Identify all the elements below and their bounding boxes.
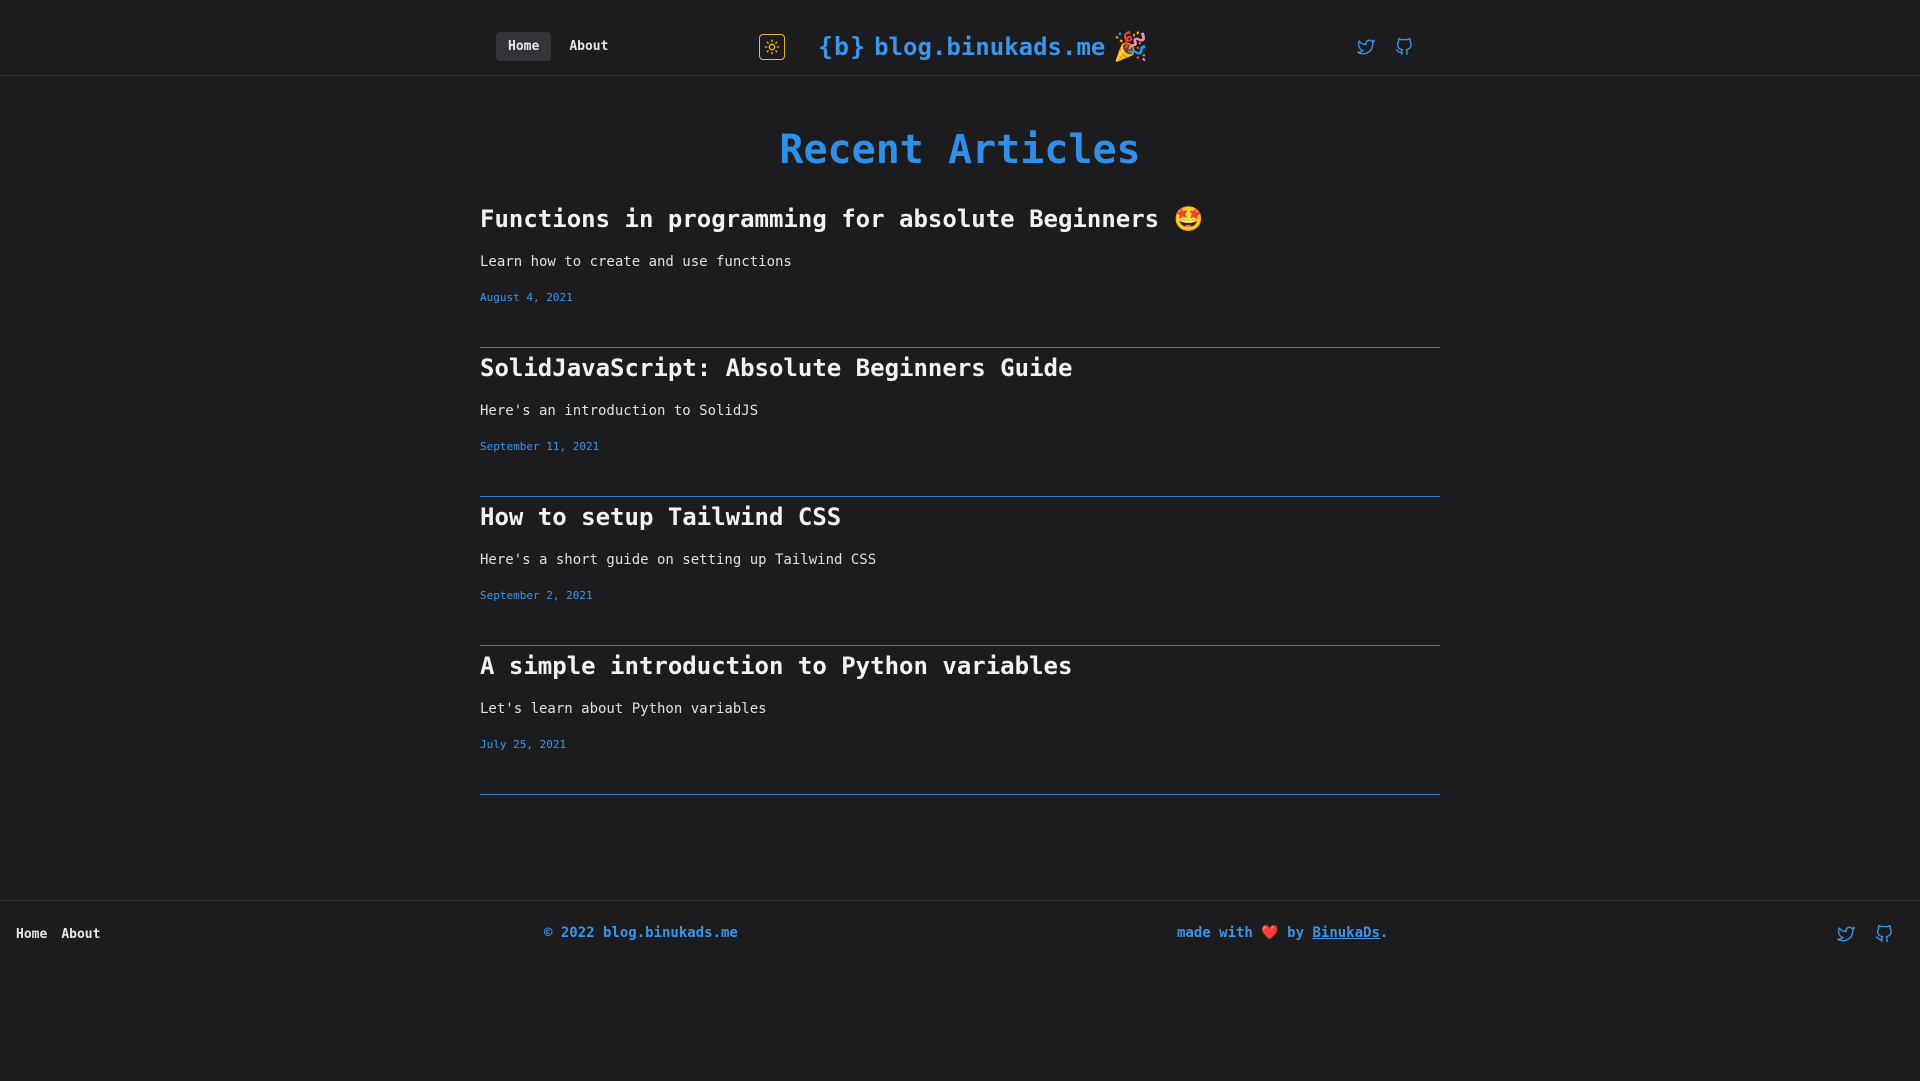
footer-nav: Home About [16,927,100,942]
twitter-link[interactable] [1357,38,1375,60]
github-link[interactable] [1395,38,1413,60]
article-description: Let's learn about Python variables [480,701,767,717]
brand-logo: {b} [818,32,867,61]
by-text: by [1287,925,1305,941]
footer-twitter-link[interactable] [1837,925,1855,947]
article-title[interactable]: SolidJavaScript: Absolute Beginners Guid… [480,349,1440,387]
article-title[interactable]: How to setup Tailwind CSS [480,498,1440,536]
github-icon [1395,38,1412,56]
github-icon [1875,925,1892,943]
nav-home-link[interactable]: Home [496,32,552,61]
footer-social-links [1837,925,1893,947]
footer-home-link[interactable]: Home [16,927,47,942]
article-card: Functions in programming for absolute Be… [480,200,1440,348]
article-description: Here's a short guide on setting up Tailw… [480,552,877,568]
article-description: Learn how to create and use functions [480,254,792,270]
copyright-text: © 2022 blog.binukads.me [544,925,738,941]
header-social-links [1357,38,1413,60]
article-list: Functions in programming for absolute Be… [480,200,1440,796]
header-nav: Home About [496,32,620,61]
made-with-credit: made with ❤️ by BinukaDs. [1177,925,1388,941]
article-card: A simple introduction to Python variable… [480,647,1440,795]
heart-icon: ❤️ [1261,925,1279,941]
twitter-icon [1837,926,1855,942]
credit-suffix: . [1379,925,1389,941]
footer-about-link[interactable]: About [61,927,100,942]
nav-about-link[interactable]: About [557,32,620,61]
article-date: September 2, 2021 [480,589,593,602]
article-date: July 25, 2021 [480,738,567,751]
footer-github-link[interactable] [1875,925,1893,947]
page-title: Recent Articles [779,127,1141,173]
article-card: SolidJavaScript: Absolute Beginners Guid… [480,349,1440,497]
article-date: August 4, 2021 [480,291,573,304]
party-popper-icon: 🎉 [1113,30,1149,63]
made-with-prefix: made with [1177,925,1253,941]
article-date: September 11, 2021 [480,440,600,453]
article-card: How to setup Tailwind CSS Here's a short… [480,498,1440,646]
theme-toggle-button[interactable] [759,34,785,60]
article-title[interactable]: Functions in programming for absolute Be… [480,200,1440,238]
site-footer: Home About © 2022 blog.binukads.me made … [0,900,1920,1081]
site-brand-link[interactable]: {b} blog.binukads.me 🎉 [818,30,1148,63]
author-link[interactable]: BinukaDs [1312,925,1379,941]
sun-icon [764,39,780,55]
brand-name: blog.binukads.me [874,32,1106,61]
article-title[interactable]: A simple introduction to Python variable… [480,647,1440,685]
twitter-icon [1357,39,1375,55]
article-description: Here's an introduction to SolidJS [480,403,759,419]
site-header: Home About {b} blog.binukads.me 🎉 [0,0,1920,76]
